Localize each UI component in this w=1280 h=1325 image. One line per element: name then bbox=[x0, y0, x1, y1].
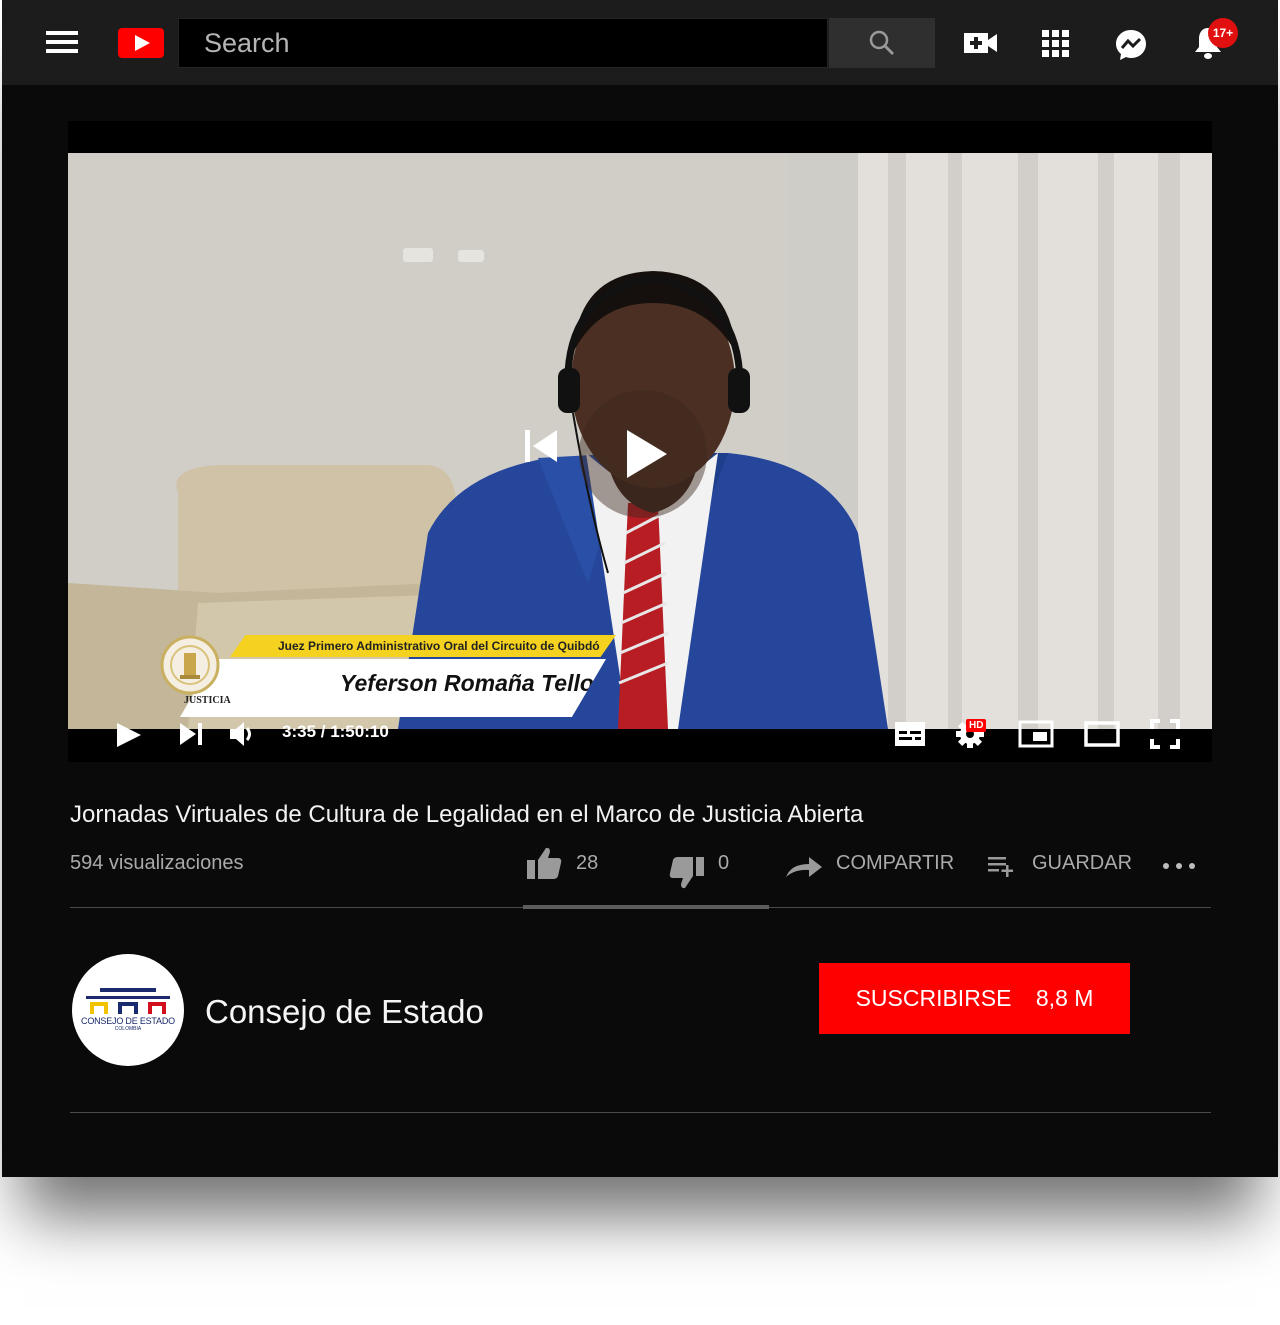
player-controls: 3:35 / 1:50:10 HD bbox=[68, 713, 1212, 753]
hd-badge: HD bbox=[966, 719, 987, 732]
messenger-icon[interactable] bbox=[1114, 28, 1148, 62]
speaker-role: Juez Primero Administrativo Oral del Cir… bbox=[230, 635, 616, 657]
avatar-logo-subtext: COLOMBIA bbox=[114, 1026, 142, 1032]
notification-badge: 17+ bbox=[1208, 18, 1238, 48]
subscriber-count: 8,8 M bbox=[1035, 985, 1094, 1011]
next-icon[interactable] bbox=[178, 721, 204, 747]
thumbs-down-icon[interactable] bbox=[668, 856, 706, 890]
more-options-icon[interactable] bbox=[1162, 862, 1196, 870]
large-play-icon[interactable] bbox=[575, 386, 711, 522]
divider bbox=[70, 1112, 1211, 1113]
thumbs-up-icon[interactable] bbox=[525, 846, 563, 880]
app-window: 17+ bbox=[2, 0, 1278, 1177]
search-icon bbox=[869, 30, 894, 55]
channel-avatar[interactable]: CONSEJO DE ESTADO COLOMBIA bbox=[72, 954, 184, 1066]
hamburger-icon[interactable] bbox=[46, 31, 80, 55]
emblem-label: JUSTICIA bbox=[184, 695, 231, 706]
fullscreen-icon[interactable] bbox=[1150, 719, 1180, 749]
video-frame[interactable]: Juez Primero Administrativo Oral del Cir… bbox=[68, 153, 1212, 729]
avatar-logo-text: CONSEJO DE ESTADO bbox=[81, 1016, 175, 1026]
save-button[interactable]: GUARDAR bbox=[1032, 852, 1132, 875]
like-count: 28 bbox=[576, 852, 599, 874]
subscribe-label: SUSCRIBIRSE bbox=[855, 985, 1012, 1011]
add-to-playlist-icon[interactable] bbox=[987, 854, 1017, 878]
dislike-count: 0 bbox=[718, 852, 730, 874]
subscribe-button[interactable]: SUSCRIBIRSE 8,8 M bbox=[819, 963, 1130, 1034]
like-sentiment-bar bbox=[523, 905, 769, 909]
view-count: 594 visualizaciones bbox=[70, 852, 244, 874]
search-input[interactable] bbox=[179, 19, 827, 67]
time-display: 3:35 / 1:50:10 bbox=[282, 722, 389, 741]
search-button[interactable] bbox=[829, 18, 935, 68]
search-box bbox=[178, 18, 828, 68]
consejo-de-estado-logo-icon bbox=[86, 988, 170, 1014]
play-icon[interactable] bbox=[114, 721, 142, 749]
video-title: Jornadas Virtuales de Cultura de Legalid… bbox=[70, 801, 864, 828]
justicia-emblem-icon bbox=[160, 635, 220, 695]
video-player[interactable]: Juez Primero Administrativo Oral del Cir… bbox=[68, 121, 1212, 762]
subtitles-icon[interactable] bbox=[894, 721, 926, 747]
video-camera-plus-icon[interactable] bbox=[964, 30, 998, 56]
apps-grid-icon[interactable] bbox=[1042, 30, 1070, 58]
volume-icon[interactable] bbox=[228, 719, 258, 749]
share-arrow-icon[interactable] bbox=[785, 856, 823, 878]
miniplayer-icon[interactable] bbox=[1018, 720, 1054, 748]
previous-icon[interactable] bbox=[523, 428, 559, 464]
top-bar: 17+ bbox=[2, 0, 1278, 85]
channel-name[interactable]: Consejo de Estado bbox=[205, 993, 484, 1031]
speaker-name: Yeferson Romaña Tello bbox=[180, 659, 606, 717]
share-button[interactable]: COMPARTIR bbox=[836, 852, 954, 875]
theater-mode-icon[interactable] bbox=[1084, 720, 1120, 748]
youtube-logo-icon[interactable] bbox=[118, 28, 164, 58]
